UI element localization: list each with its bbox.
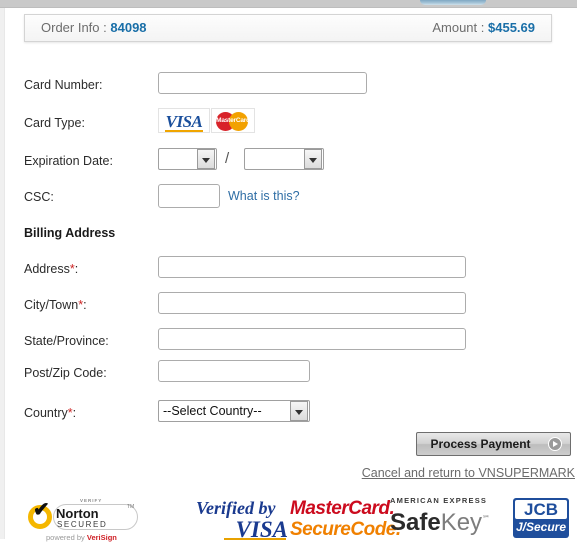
order-amount: Amount : $455.69	[432, 20, 535, 35]
cancel-return-link[interactable]: Cancel and return to VNSUPERMARK	[362, 466, 575, 480]
zip-row: Post/Zip Code:	[0, 358, 577, 394]
city-row: City/Town*:	[0, 290, 577, 326]
jcb-line2: J/Secure	[515, 520, 567, 534]
csc-row: CSC: What is this?	[0, 182, 577, 218]
expiration-date-row: Expiration Date: /	[0, 146, 577, 182]
address-input[interactable]	[158, 256, 466, 278]
jcb-line1: JCB	[515, 500, 567, 519]
norton-verify-text: VERIFY	[80, 498, 103, 503]
state-label: State/Province:	[24, 334, 109, 348]
safekey-eyebrow: AMERICAN EXPRESS	[390, 496, 488, 505]
amount-label: Amount :	[432, 20, 485, 35]
expiration-year-select[interactable]	[244, 148, 324, 170]
process-payment-label: Process Payment	[430, 437, 531, 451]
expiration-date-label: Expiration Date:	[24, 154, 113, 168]
expiration-separator: /	[225, 150, 230, 167]
billing-address-heading: Billing Address	[24, 226, 116, 240]
country-select[interactable]: --Select Country--	[158, 400, 310, 422]
card-number-input[interactable]	[158, 72, 367, 94]
amex-safekey-badge-icon: AMERICAN EXPRESS SafeKey℠	[390, 496, 508, 540]
arrow-right-icon	[548, 437, 562, 451]
process-payment-button[interactable]: Process Payment	[416, 432, 571, 456]
vbv-line2: VISA	[196, 518, 288, 541]
safekey-wordmark: SafeKey℠	[390, 509, 491, 536]
card-number-row: Card Number:	[0, 70, 577, 106]
card-type-row: Card Type: VISA MasterCard	[0, 108, 577, 144]
zip-input[interactable]	[158, 360, 310, 382]
norton-powered-text: powered by VeriSign	[46, 533, 117, 542]
order-info-label: Order Info :	[41, 20, 107, 35]
norton-secured-badge-icon: VERIFY ✔ Norton SECURED TM powered by Ve…	[28, 498, 140, 542]
cut-off-tab[interactable]	[420, 0, 486, 5]
mastercard-logo-icon: MasterCard	[211, 108, 255, 133]
norton-tm-text: TM	[127, 504, 135, 510]
vbv-line1: Verified by	[196, 498, 276, 518]
jcb-jsecure-badge-icon: JCB J/Secure	[513, 498, 569, 538]
mastercard-logo-text: MasterCard	[216, 117, 250, 124]
card-type-label: Card Type:	[24, 116, 85, 130]
state-row: State/Province:	[0, 326, 577, 362]
amount-value: $455.69	[488, 20, 535, 35]
city-label: City/Town*:	[24, 298, 87, 312]
csc-label: CSC:	[24, 190, 54, 204]
country-row: Country*: --Select Country--	[0, 398, 577, 434]
address-row: Address*:	[0, 254, 577, 290]
card-number-label: Card Number:	[24, 78, 103, 92]
window-top-strip	[0, 0, 577, 8]
country-label: Country*:	[24, 406, 77, 420]
norton-secured-text: SECURED	[57, 520, 108, 529]
state-input[interactable]	[158, 328, 466, 350]
order-summary-bar: Order Info : 84098 Amount : $455.69	[24, 14, 552, 42]
order-info-value: 84098	[110, 20, 147, 35]
norton-checkmark-icon: ✔	[33, 499, 50, 521]
csc-help-link[interactable]: What is this?	[228, 189, 300, 203]
visa-logo-icon: VISA	[158, 108, 210, 133]
visa-logo-text: VISA	[159, 109, 209, 134]
payment-page: Order Info : 84098 Amount : $455.69 Card…	[0, 8, 577, 542]
order-info: Order Info : 84098	[41, 20, 147, 35]
address-label: Address*:	[24, 262, 79, 276]
csc-input[interactable]	[158, 184, 220, 208]
zip-label: Post/Zip Code:	[24, 366, 107, 380]
expiration-month-select[interactable]	[158, 148, 217, 170]
city-input[interactable]	[158, 292, 466, 314]
verified-by-visa-badge-icon: Verified by VISA	[196, 498, 288, 541]
norton-name-text: Norton	[56, 506, 99, 521]
